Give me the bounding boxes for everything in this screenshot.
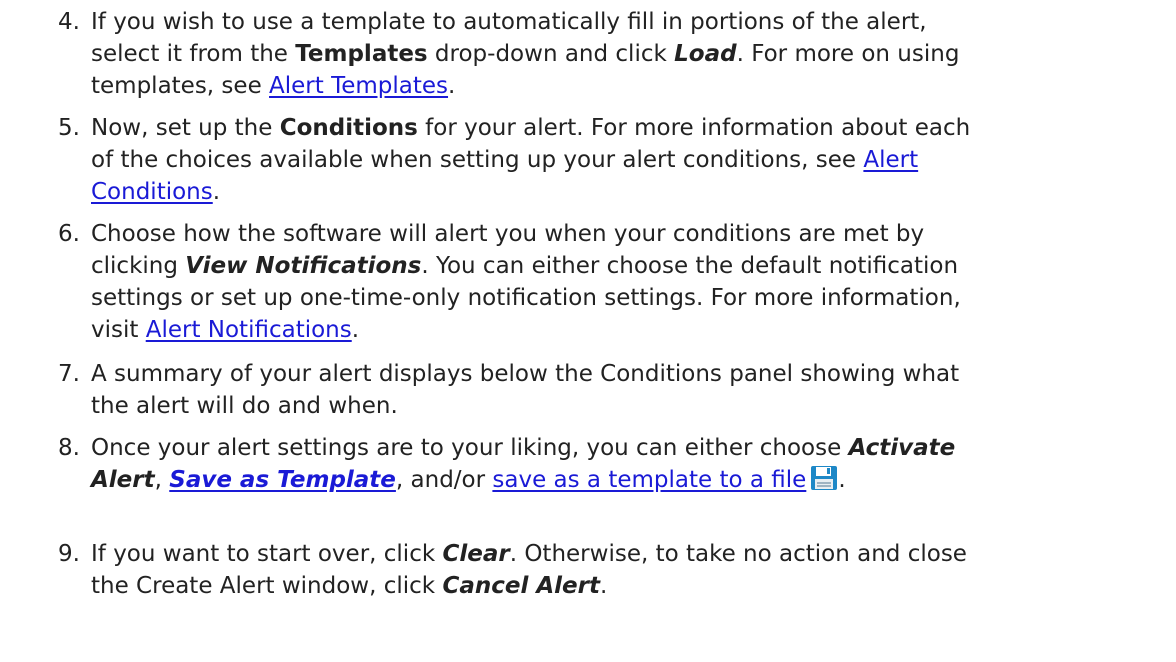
text-line: Conditions. xyxy=(91,179,221,205)
step-text: A summary of your alert displays below t… xyxy=(91,358,1171,422)
text-line: select it from the Templates drop-down a… xyxy=(91,41,960,67)
step-text: Now, set up the Conditions for your aler… xyxy=(91,112,1171,208)
text-line: Now, set up the Conditions for your aler… xyxy=(91,115,971,141)
step-number: 6. xyxy=(58,221,80,247)
alert-templates-link[interactable]: Alert Templates xyxy=(269,73,448,99)
activate-alert-term-continued: Alert xyxy=(91,467,155,493)
alert-conditions-link[interactable]: Alert xyxy=(863,147,918,173)
activate-alert-term: Activate xyxy=(848,435,956,461)
step-text: Choose how the software will alert you w… xyxy=(91,218,1171,346)
help-document: 4. If you wish to use a template to auto… xyxy=(0,0,1176,662)
step-number: 4. xyxy=(58,9,80,35)
save-as-template-link[interactable]: Save as Template xyxy=(169,467,396,493)
step-text: If you wish to use a template to automat… xyxy=(91,6,1171,102)
text-line: the Create Alert window, click Cancel Al… xyxy=(91,573,608,599)
alert-conditions-link-continued[interactable]: Conditions xyxy=(91,179,213,205)
clear-term: Clear xyxy=(442,541,510,567)
text-line: A summary of your alert displays below t… xyxy=(91,361,960,387)
text-line: Once your alert settings are to your lik… xyxy=(91,435,956,461)
text-line: visit Alert Notifications. xyxy=(91,317,360,343)
step-text: Once your alert settings are to your lik… xyxy=(91,432,1171,496)
text-line: Alert, Save as Template, and/or save as … xyxy=(91,465,846,493)
cancel-alert-term: Cancel Alert xyxy=(442,573,600,599)
text-line: If you wish to use a template to automat… xyxy=(91,9,927,35)
conditions-term: Conditions xyxy=(279,115,418,141)
text-line: clicking View Notifications. You can eit… xyxy=(91,253,959,279)
step-number: 5. xyxy=(58,115,80,141)
text-line: settings or set up one-time-only notific… xyxy=(91,285,961,311)
text-line: of the choices available when setting up… xyxy=(91,147,919,173)
alert-notifications-link[interactable]: Alert Notifications xyxy=(146,317,352,343)
step-number: 7. xyxy=(58,361,80,387)
view-notifications-term: View Notifications xyxy=(185,253,422,279)
save-file-icon[interactable] xyxy=(810,465,838,491)
step-text: If you want to start over, click Clear. … xyxy=(91,538,1171,602)
text-line: the alert will do and when. xyxy=(91,393,398,419)
load-term: Load xyxy=(674,41,737,67)
save-template-to-file-link[interactable]: save as a template to a file xyxy=(492,467,806,493)
text-line: If you want to start over, click Clear. … xyxy=(91,541,967,567)
step-number: 8. xyxy=(58,435,80,461)
step-number: 9. xyxy=(58,541,80,567)
text-line: templates, see Alert Templates. xyxy=(91,73,456,99)
templates-term: Templates xyxy=(295,41,428,67)
text-line: Choose how the software will alert you w… xyxy=(91,221,925,247)
